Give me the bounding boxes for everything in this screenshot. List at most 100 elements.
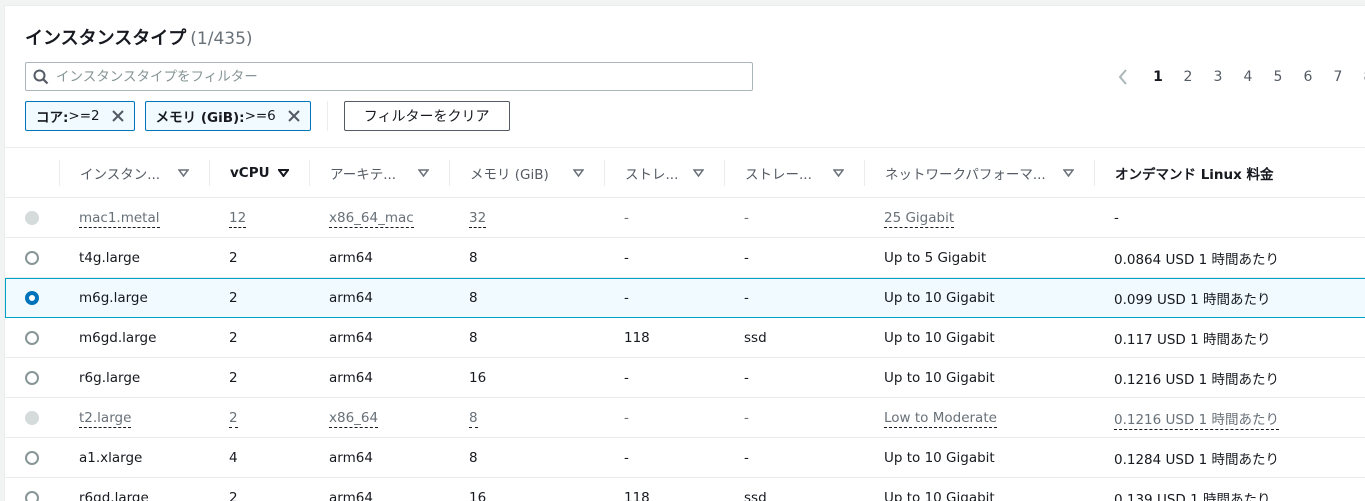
column-header-memory[interactable]: メモリ (GiB) [449,148,604,198]
column-label: ストレ... [625,166,679,183]
pagination: 1 2 3 4 5 6 7 8 [1113,66,1365,88]
token-value: >=6 [244,108,276,124]
cell-network: Low to Moderate [864,398,1094,438]
header-select [5,148,59,198]
close-icon[interactable] [108,106,128,126]
cell-text: mac1.metal [79,209,160,228]
search-input[interactable] [56,68,752,85]
divider [326,101,328,131]
cell-storage-type: - [744,409,749,426]
column-label: インスタン... [80,166,161,183]
table-row-selected[interactable]: m6g.large 2 arm64 8 - - Up to 10 Gigabit… [5,277,1365,318]
column-header-vcpu[interactable]: vCPU [209,148,309,198]
cell-text: x86_64_mac [329,209,414,228]
row-radio[interactable] [25,490,39,501]
row-radio[interactable] [25,290,39,305]
chevron-left-icon[interactable] [1113,69,1133,85]
cell-memory: 8 [469,449,478,466]
page-2[interactable]: 2 [1173,69,1203,85]
cell-memory: 32 [449,198,604,238]
table-row[interactable]: r6gd.large 2 arm64 16 118 ssd Up to 10 G… [5,478,1365,501]
instance-types-panel: インスタンスタイプ(1/435) 1 2 3 4 5 6 7 8 コア: >=2… [4,5,1365,501]
cell-network: Up to 10 Gigabit [884,449,995,466]
table-row[interactable]: a1.xlarge 4 arm64 8 - - Up to 10 Gigabit… [5,438,1365,478]
table-row[interactable]: m6gd.large 2 arm64 8 118 ssd Up to 10 Gi… [5,318,1365,358]
cell-price: 0.117 USD 1 時間あたり [1114,331,1271,348]
column-header-price[interactable]: オンデマンド Linux 料金 [1094,148,1365,198]
cell-vcpu: 2 [229,289,238,306]
column-label: アーキテ... [330,166,397,183]
cell-instance-type: m6g.large [79,289,148,306]
cell-storage: 118 [624,489,650,501]
cell-storage-type: - [744,249,749,266]
page-5[interactable]: 5 [1263,69,1293,85]
caret-down-icon [177,167,189,179]
cell-storage: - [624,289,629,306]
cell-price: 0.099 USD 1 時間あたり [1114,291,1271,308]
cell-instance-type: t2.large [59,398,209,438]
page-3[interactable]: 3 [1203,69,1233,85]
cell-memory: 8 [469,329,478,346]
column-header-storage-type[interactable]: ストレー... [724,148,864,198]
page-4[interactable]: 4 [1233,69,1263,85]
cell-architecture: x86_64 [309,398,449,438]
column-header-network[interactable]: ネットワークパフォーマ... [864,148,1094,198]
filter-tokens: コア: >=2 メモリ (GiB): >=6 フィルターをクリア [25,101,510,131]
column-label: ネットワークパフォーマ... [885,166,1046,183]
cell-storage: - [624,209,629,226]
title-text: インスタンスタイプ [25,28,187,49]
column-header-instance-type[interactable]: インスタン... [59,148,209,198]
row-radio-cell [5,398,59,438]
row-radio[interactable] [25,370,39,385]
cell-architecture: x86_64_mac [309,198,449,238]
selection-count: (1/435) [190,29,253,49]
filter-token-cores: コア: >=2 [25,101,135,131]
token-key: メモリ (GiB): [155,110,245,126]
cell-memory: 16 [469,369,487,386]
row-radio[interactable] [25,330,39,345]
caret-down-icon [1062,167,1074,179]
cell-vcpu: 2 [209,398,309,438]
clear-filters-button[interactable]: フィルターをクリア [343,101,510,131]
cell-vcpu: 4 [229,449,238,466]
cell-text: 25 Gigabit [884,209,955,228]
column-label: ストレー... [745,166,812,183]
filter-token-memory: メモリ (GiB): >=6 [144,101,311,131]
table-row[interactable]: t4g.large 2 arm64 8 - - Up to 5 Gigabit … [5,238,1365,278]
instance-types-table: インスタン... vCPU アーキテ... メモリ (GiB) ストレ... ス… [5,147,1365,501]
cell-instance-type: a1.xlarge [79,449,143,466]
cell-instance-type: r6g.large [79,369,141,386]
cell-text: Low to Moderate [884,409,997,428]
table-row: t2.large 2 x86_64 8 - - Low to Moderate … [5,398,1365,438]
cell-price: - [1114,209,1119,226]
cell-price: 0.1284 USD 1 時間あたり [1114,451,1280,468]
column-header-architecture[interactable]: アーキテ... [309,148,449,198]
row-radio-cell [5,238,59,278]
cell-price: 0.139 USD 1 時間あたり [1114,491,1271,501]
cell-storage-type: ssd [744,489,767,501]
cell-architecture: arm64 [329,249,373,266]
cell-storage: - [624,409,629,426]
cell-text: t2.large [79,409,132,428]
cell-memory: 8 [469,289,478,306]
cell-storage-type: - [744,209,749,226]
caret-down-icon [417,167,429,179]
cell-text: 8 [469,409,478,428]
table-row[interactable]: r6g.large 2 arm64 16 - - Up to 10 Gigabi… [5,358,1365,398]
close-icon[interactable] [284,106,304,126]
cell-storage: - [624,449,629,466]
page-8[interactable]: 8 [1353,69,1365,85]
page-1[interactable]: 1 [1143,69,1173,85]
cell-price: 0.1216 USD 1 時間あたり [1094,398,1365,438]
cell-text: 0.1216 USD 1 時間あたり [1114,411,1280,430]
row-radio[interactable] [25,250,39,265]
cell-price: 0.0864 USD 1 時間あたり [1114,251,1280,268]
page-7[interactable]: 7 [1323,69,1353,85]
search-box[interactable] [25,62,753,91]
page-6[interactable]: 6 [1293,69,1323,85]
column-label: メモリ (GiB) [470,166,549,183]
cell-memory: 8 [449,398,604,438]
column-header-storage[interactable]: ストレ... [604,148,724,198]
row-radio-cell [5,438,59,478]
row-radio[interactable] [25,450,39,465]
